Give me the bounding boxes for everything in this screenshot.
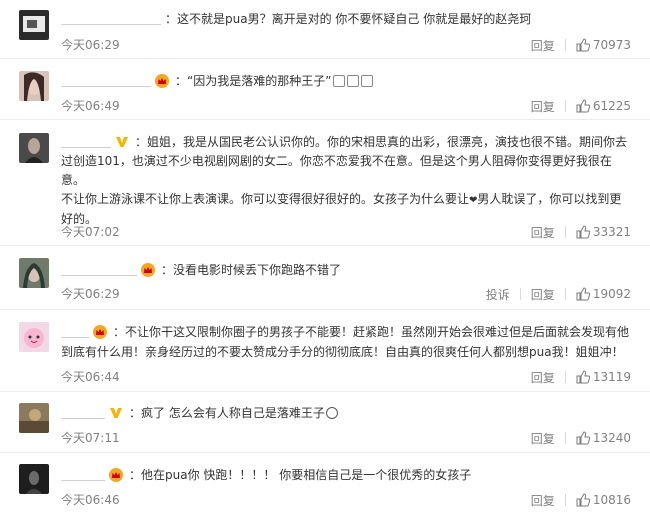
like-button[interactable]: 13240 xyxy=(576,431,631,445)
divider xyxy=(519,288,521,300)
username[interactable] xyxy=(61,15,161,25)
thumbs-up-icon xyxy=(576,99,590,113)
divider xyxy=(564,39,566,51)
thumbs-up-icon xyxy=(576,225,590,239)
comment-text: ：“因为我是落难的那种王子” xyxy=(175,74,332,88)
emoji-icon xyxy=(333,75,346,87)
avatar[interactable] xyxy=(19,464,49,494)
like-count: 13119 xyxy=(592,370,631,384)
reply-button[interactable]: 回复 xyxy=(531,492,555,509)
v-badge-icon xyxy=(109,406,123,420)
thumbs-up-icon xyxy=(576,493,590,507)
reply-button[interactable]: 回复 xyxy=(531,430,555,447)
like-button[interactable]: 10816 xyxy=(576,493,631,507)
comment-time: 今天07:11 xyxy=(61,431,120,445)
thumbs-up-icon xyxy=(576,287,590,301)
comment-text: ：不让你干这又限制你圈子的男孩子不能要！赶紧跑！虽然刚开始会很难过但是后面就会发… xyxy=(113,325,630,339)
avatar[interactable] xyxy=(19,322,49,352)
divider xyxy=(564,494,566,506)
comment-item: ：他在pua你 快跑！！！！ 你要相信自己是一个很优秀的女孩子 今天06:46 … xyxy=(0,453,650,517)
comment-item: ：姐姐，我是从国民老公认识你的。你的宋相思真的出彩，很漂亮，演技也很不错。期间你… xyxy=(0,120,650,246)
comment-item: ：没看电影时候丢下你跑路不错了 今天06:29 投诉 回复 19092 xyxy=(0,246,650,310)
thumbs-up-icon xyxy=(576,38,590,52)
comment-item: ：不让你干这又限制你圈子的男孩子不能要！赶紧跑！虽然刚开始会很难过但是后面就会发… xyxy=(0,310,650,392)
reply-button[interactable]: 回复 xyxy=(531,37,555,54)
comment-item: ：这不就是pua男？离开是对的 你不要怀疑自己 你就是最好的赵尧珂 今天06:2… xyxy=(0,0,650,59)
avatar[interactable] xyxy=(19,71,49,101)
username[interactable] xyxy=(61,471,105,481)
like-count: 13240 xyxy=(592,431,631,445)
crown-badge-icon xyxy=(141,263,155,277)
divider xyxy=(564,371,566,383)
v-badge-icon xyxy=(115,135,129,149)
comment-time: 今天06:29 xyxy=(61,287,120,301)
thumbs-up-icon xyxy=(576,431,590,445)
thumbs-up-icon xyxy=(576,370,590,384)
comment-text: ：这不就是pua男？离开是对的 你不要怀疑自己 你就是最好的赵尧珂 xyxy=(165,12,532,26)
like-button[interactable]: 70973 xyxy=(576,38,631,52)
report-button[interactable]: 投诉 xyxy=(486,286,510,303)
comment-text: 到底有什么用！亲身经历过的不要太赞成分手分的彻彻底底！自由真的很爽任何人都别想p… xyxy=(61,345,624,359)
like-count: 10816 xyxy=(592,493,631,507)
emoji-icon xyxy=(347,75,360,87)
divider xyxy=(564,288,566,300)
comment-time: 今天06:29 xyxy=(61,38,120,52)
comment-text: 不让你上游泳课不让你上表演课。你可以变得很好很好的。女孩子为什么要让 xyxy=(61,192,470,206)
comment-time: 今天07:02 xyxy=(61,225,120,239)
comment-text: ：姐姐，我是从国民老公认识你的。你的宋相思真的出彩，很漂亮，演技也很不错。期间你… xyxy=(135,135,628,149)
like-count: 33321 xyxy=(592,225,631,239)
comment-time: 今天06:49 xyxy=(61,99,120,113)
comment-item: ：“因为我是落难的那种王子” 今天06:49 回复 61225 xyxy=(0,59,650,120)
comment-item: ：疯了 怎么会有人称自己是落难王子 今天07:11 回复 13240 xyxy=(0,392,650,453)
crown-badge-icon xyxy=(155,74,169,88)
username[interactable] xyxy=(61,77,151,87)
crown-badge-icon xyxy=(93,325,107,339)
divider xyxy=(564,226,566,238)
like-button[interactable]: 61225 xyxy=(576,99,631,113)
username[interactable] xyxy=(61,266,137,276)
emoji-icon xyxy=(361,75,374,87)
like-count: 61225 xyxy=(592,99,631,113)
username[interactable] xyxy=(61,409,105,419)
crown-badge-icon xyxy=(109,468,123,482)
username[interactable] xyxy=(61,328,89,338)
comment-text: ：没看电影时候丢下你跑路不错了 xyxy=(161,263,342,277)
like-button[interactable]: 13119 xyxy=(576,370,631,384)
reply-button[interactable]: 回复 xyxy=(531,98,555,115)
reply-button[interactable]: 回复 xyxy=(531,369,555,386)
smile-emoji-icon xyxy=(325,407,338,419)
username[interactable] xyxy=(61,138,111,148)
comment-text: 男人耽误了，你可以找到更 xyxy=(477,192,622,206)
comment-time: 今天06:44 xyxy=(61,370,120,384)
avatar[interactable] xyxy=(19,10,49,40)
comment-time: 今天06:46 xyxy=(61,493,120,507)
comment-text: 过创造101，也演过不少电视剧网剧的女二。你恋不恋爱我不在意。但是这个男人阻碍你… xyxy=(61,154,612,187)
avatar[interactable] xyxy=(19,258,49,288)
avatar[interactable] xyxy=(19,133,49,163)
reply-button[interactable]: 回复 xyxy=(531,286,555,303)
avatar[interactable] xyxy=(19,403,49,433)
reply-button[interactable]: 回复 xyxy=(531,224,555,241)
comment-text: ：疯了 怎么会有人称自己是落难王子 xyxy=(129,406,325,420)
comment-text: ：他在pua你 快跑！！！！ 你要相信自己是一个很优秀的女孩子 xyxy=(129,468,472,482)
like-button[interactable]: 33321 xyxy=(576,225,631,239)
divider xyxy=(564,432,566,444)
comment-feed: ：这不就是pua男？离开是对的 你不要怀疑自己 你就是最好的赵尧珂 今天06:2… xyxy=(0,0,650,517)
like-button[interactable]: 19092 xyxy=(576,287,631,301)
divider xyxy=(564,100,566,112)
like-count: 19092 xyxy=(592,287,631,301)
like-count: 70973 xyxy=(592,38,631,52)
